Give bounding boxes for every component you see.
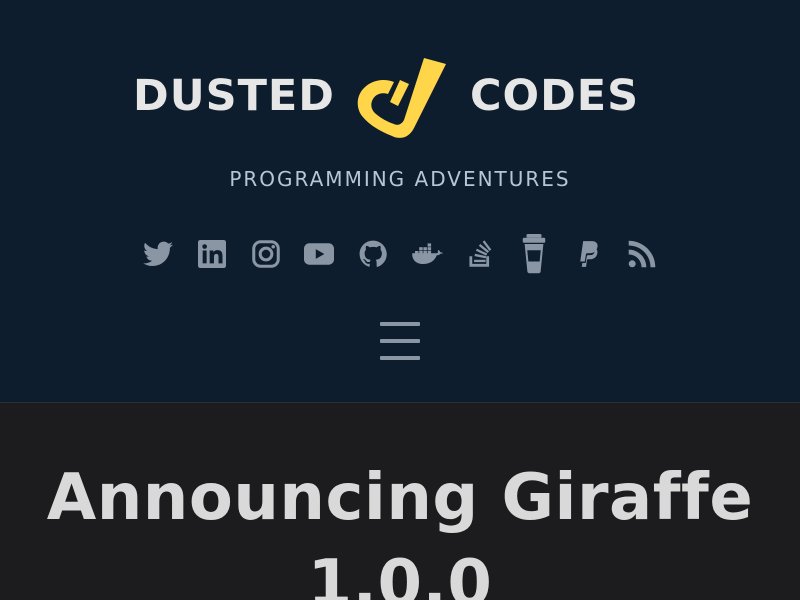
logo-icon[interactable] [354,54,454,140]
main-content: Announcing Giraffe 1.0.0 [0,403,800,600]
menu-bar-top [380,322,420,326]
menu-bar-middle [380,339,420,343]
site-header: DUSTED CODES PROGRAMMING ADVENTURES [0,0,800,403]
post-title: Announcing Giraffe 1.0.0 [0,455,800,600]
rss-icon[interactable] [624,234,660,274]
post-title-line1: Announcing Giraffe [46,461,754,535]
youtube-icon[interactable] [301,234,337,274]
brand-name-right[interactable]: CODES [470,70,639,122]
tagline: PROGRAMMING ADVENTURES [229,167,571,191]
docker-icon[interactable] [409,234,445,274]
buymeacoffee-icon[interactable] [516,234,552,274]
hamburger-menu-icon[interactable] [380,320,420,362]
instagram-icon[interactable] [248,234,284,274]
brand[interactable]: DUSTED CODES [0,52,800,142]
github-icon[interactable] [355,234,391,274]
post-title-line2: 1.0.0 [307,547,493,600]
menu-bar-bottom [380,356,420,360]
linkedin-icon[interactable] [194,234,230,274]
brand-name-left[interactable]: DUSTED [133,70,335,122]
twitter-icon[interactable] [140,234,176,274]
social-links [140,234,660,276]
stackoverflow-icon[interactable] [463,234,499,274]
paypal-icon[interactable] [570,234,606,274]
